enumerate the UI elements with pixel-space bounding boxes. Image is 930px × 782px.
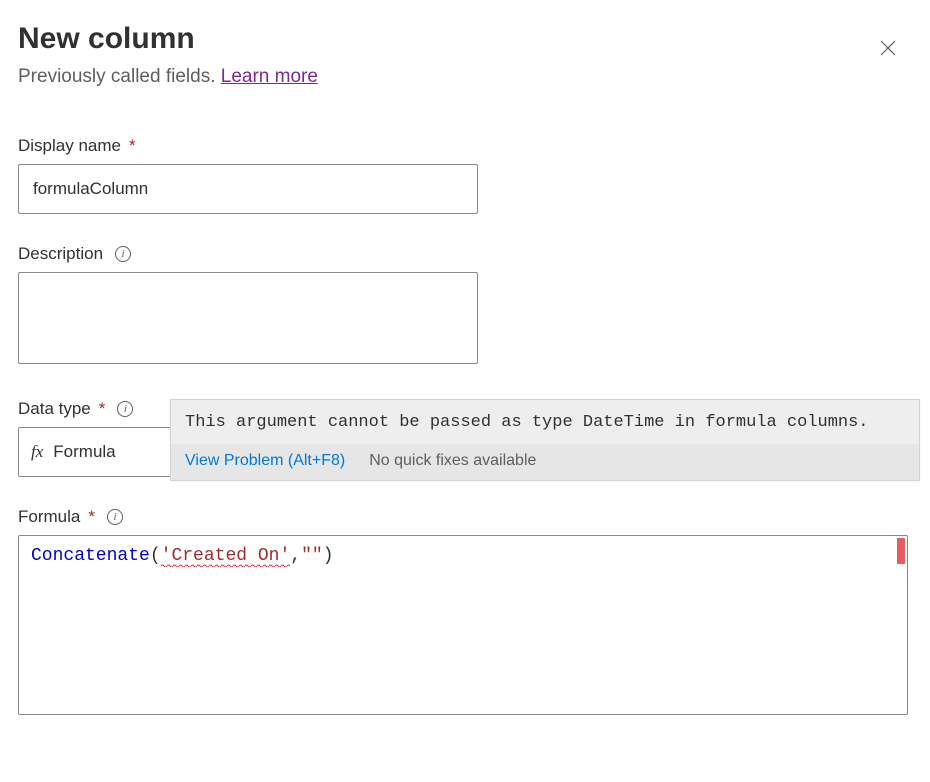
formula-token-arg1-error: 'Created On' <box>161 546 291 567</box>
formula-token-close: ) <box>323 546 334 566</box>
formula-token-arg2: "" <box>301 546 323 566</box>
info-icon[interactable]: i <box>117 401 133 417</box>
description-field: Description i <box>18 244 912 369</box>
display-name-label-text: Display name <box>18 136 121 156</box>
description-label-text: Description <box>18 244 103 264</box>
subtitle-text: Previously called fields. <box>18 66 221 87</box>
data-type-value: Formula <box>53 442 115 462</box>
display-name-label: Display name * <box>18 136 912 156</box>
formula-token-function: Concatenate <box>31 546 150 566</box>
required-asterisk: * <box>99 399 106 419</box>
info-icon[interactable]: i <box>115 246 131 262</box>
close-button[interactable] <box>878 38 902 62</box>
formula-editor[interactable]: Concatenate('Created On',"") <box>18 535 908 715</box>
formula-token-open: ( <box>150 546 161 566</box>
display-name-input[interactable] <box>18 164 478 214</box>
data-type-label-text: Data type <box>18 399 91 419</box>
formula-label-text: Formula <box>18 507 80 527</box>
required-asterisk: * <box>129 136 136 156</box>
learn-more-link[interactable]: Learn more <box>221 66 318 87</box>
required-asterisk: * <box>88 507 95 527</box>
close-icon <box>878 38 898 58</box>
no-quick-fixes-text: No quick fixes available <box>369 452 536 470</box>
panel-title: New column <box>18 22 912 56</box>
error-tooltip: This argument cannot be passed as type D… <box>170 399 920 481</box>
fx-icon: fx <box>31 442 43 462</box>
error-tooltip-footer: View Problem (Alt+F8) No quick fixes ava… <box>171 444 919 480</box>
display-name-field: Display name * <box>18 136 912 214</box>
description-label: Description i <box>18 244 912 264</box>
new-column-panel: New column Previously called fields. Lea… <box>0 0 930 745</box>
error-tooltip-message: This argument cannot be passed as type D… <box>171 400 919 444</box>
formula-field: Formula * i Concatenate('Created On',"") <box>18 507 912 715</box>
info-icon[interactable]: i <box>107 509 123 525</box>
error-gutter-marker[interactable] <box>897 538 905 564</box>
description-input[interactable] <box>18 272 478 364</box>
panel-subtitle: Previously called fields. Learn more <box>18 66 912 88</box>
data-type-field: Data type * i fx Formula This argument c… <box>18 399 912 477</box>
formula-token-sep: , <box>290 546 301 566</box>
formula-label: Formula * i <box>18 507 912 527</box>
view-problem-link[interactable]: View Problem (Alt+F8) <box>185 452 345 470</box>
